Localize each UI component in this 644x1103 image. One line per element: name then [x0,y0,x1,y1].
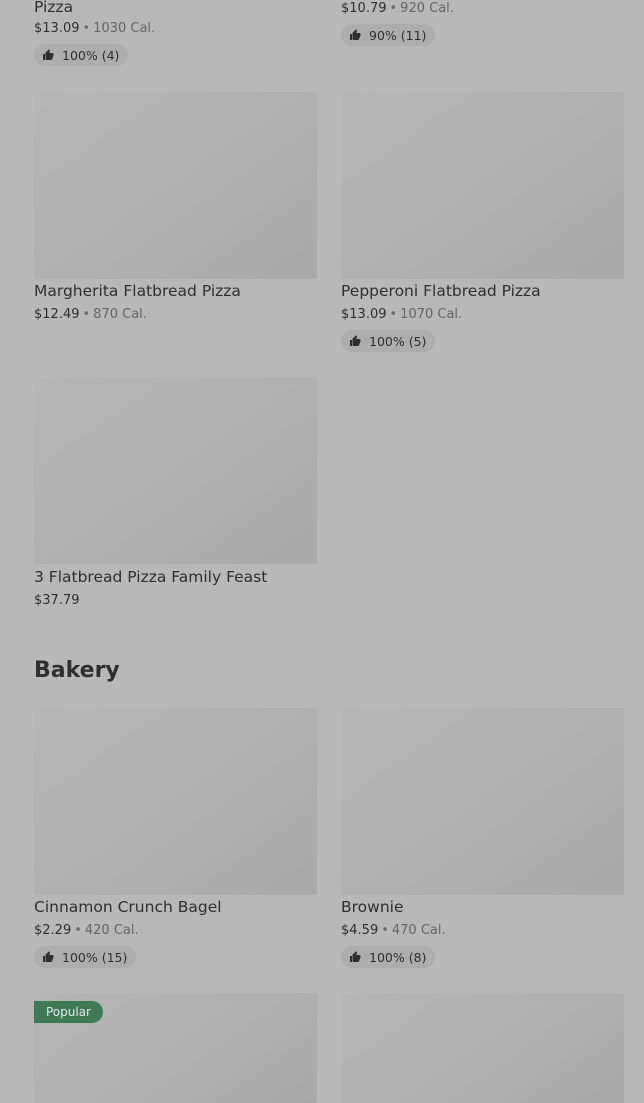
item-price-calories: $13.09 • 1030 Cal. [34,21,155,36]
rating-badge: 100% (5) [341,330,436,352]
item-price: $4.59 [341,923,379,938]
thumbs-up-icon [350,29,361,40]
section-title-bakery: Bakery [34,658,120,683]
item-image[interactable] [34,708,317,895]
item-calories: 1070 Cal. [400,307,463,322]
item-title: Brownie [341,898,404,916]
separator: • [389,307,398,322]
rating-text: 100% (8) [369,949,427,965]
rating-text: 100% (15) [62,949,128,965]
separator: • [74,923,82,938]
rating-text: 90% (11) [369,27,427,43]
item-image[interactable] [341,92,624,279]
item-price: $12.49 [34,307,80,322]
thumbs-up-icon [43,49,54,60]
rating-badge: 90% (11) [341,24,436,46]
separator: • [82,307,91,322]
rating-badge: 100% (15) [34,946,137,968]
thumbs-up-icon [350,335,361,346]
item-price: $10.79 [341,1,387,16]
item-price: $2.29 [34,923,72,938]
item-calories: 1030 Cal. [93,21,156,36]
item-image[interactable] [341,708,624,895]
item-title: Margherita Flatbread Pizza [34,282,241,300]
item-calories: 920 Cal. [400,1,454,16]
item-image[interactable] [341,993,624,1103]
thumbs-up-icon [43,951,54,962]
rating-text: 100% (5) [369,333,427,349]
item-price: $37.79 [34,593,80,608]
rating-text: 100% (4) [62,47,120,63]
rating-badge: 100% (8) [341,946,436,968]
item-price-calories: $4.59 • 470 Cal. [341,923,446,938]
thumbs-up-icon [350,951,361,962]
item-title: Cinnamon Crunch Bagel [34,898,222,916]
item-price: $13.09 [341,307,387,322]
item-calories: 470 Cal. [391,923,446,938]
item-price-calories: $13.09 • 1070 Cal. [341,307,462,322]
item-price-calories: $2.29 • 420 Cal. [34,923,139,938]
popular-badge: Popular [34,1001,103,1023]
item-image[interactable] [34,377,317,564]
item-title: Pizza [34,0,74,16]
separator: • [381,923,389,938]
separator: • [389,1,398,16]
item-price-calories: $12.49 • 870 Cal. [34,307,147,322]
item-price-calories: $10.79 • 920 Cal. [341,1,454,16]
item-title: Pepperoni Flatbread Pizza [341,282,541,300]
item-calories: 870 Cal. [93,307,147,322]
item-title: 3 Flatbread Pizza Family Feast [34,568,268,586]
item-calories: 420 Cal. [84,923,139,938]
item-price-value: $37.79 [34,593,80,608]
rating-badge: 100% (4) [34,44,129,66]
separator: • [82,21,91,36]
item-image[interactable] [34,92,317,279]
item-price: $13.09 [34,21,80,36]
